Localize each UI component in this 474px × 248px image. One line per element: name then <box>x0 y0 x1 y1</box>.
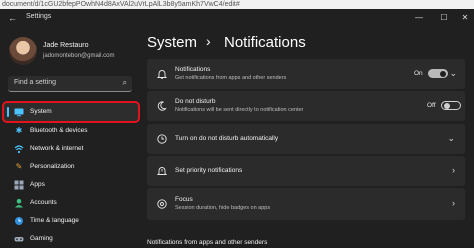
dnd-toggle[interactable] <box>441 101 461 110</box>
sidebar-item-label: Personalization <box>30 163 75 170</box>
card-title: Do not disturb <box>175 98 216 105</box>
chevron-down-icon[interactable]: ⌄ <box>447 133 455 144</box>
close-icon[interactable]: ✕ <box>458 11 472 25</box>
toggle-state-label: Off <box>427 102 436 109</box>
page-title: Notifications <box>224 34 306 51</box>
toggle-knob <box>444 102 450 109</box>
sidebar: Jade Restauro jadomontebon@gmail.com Fin… <box>0 27 142 242</box>
address-bar[interactable]: document/d/1cGU2bfepPOwhN4d8AxVAl2uVrLpA… <box>0 0 474 9</box>
sidebar-item-system[interactable]: System <box>2 101 140 123</box>
sidebar-item-accounts[interactable]: Accounts <box>4 194 138 212</box>
chevron-down-icon[interactable]: ⌄ <box>449 68 457 79</box>
user-name: Jade Restauro <box>43 42 89 49</box>
bluetooth-icon: ✱ <box>15 126 23 135</box>
sidebar-item-time-language[interactable]: Time & language <box>4 212 138 230</box>
card-title: Turn on do not disturb automatically <box>175 135 279 142</box>
auto-dnd-card[interactable]: Turn on do not disturb automatically ⌄ <box>147 124 465 154</box>
avatar[interactable] <box>9 37 37 65</box>
toggle-knob <box>440 70 446 77</box>
sidebar-item-apps[interactable]: Apps <box>4 176 138 194</box>
sidebar-item-label: Time & language <box>30 217 79 224</box>
minimize-icon[interactable]: — <box>412 11 426 25</box>
title-bar: ← Settings — ☐ ✕ <box>0 9 474 27</box>
sidebar-item-bluetooth[interactable]: ✱ Bluetooth & devices <box>4 122 138 140</box>
user-email: jadomontebon@gmail.com <box>43 53 115 59</box>
search-input[interactable]: Find a setting ⌕ <box>8 76 132 92</box>
chevron-right-icon[interactable]: › <box>452 198 455 208</box>
search-icon[interactable]: ⌕ <box>123 78 127 88</box>
selection-indicator <box>7 107 9 117</box>
sidebar-item-label: Accounts <box>30 199 57 206</box>
sidebar-item-label: Network & internet <box>30 145 84 152</box>
card-title: Focus <box>175 196 193 203</box>
card-subtitle: Notifications will be sent directly to n… <box>175 107 304 113</box>
focus-icon <box>156 198 168 210</box>
main-content: System › Notifications Notifications Get… <box>142 27 474 246</box>
settings-window: ← Settings — ☐ ✕ Jade Restauro jadomonte… <box>0 9 474 246</box>
card-subtitle: Session duration, hide badges on apps <box>175 205 271 211</box>
brush-icon: ✎ <box>15 162 23 171</box>
network-icon <box>14 144 24 154</box>
app-title: Settings <box>26 13 52 20</box>
card-subtitle: Get notifications from apps and other se… <box>175 75 287 81</box>
maximize-icon[interactable]: ☐ <box>437 11 451 25</box>
card-title: Notifications <box>175 66 211 73</box>
globe-clock-icon <box>14 216 24 226</box>
sidebar-item-gaming[interactable]: Gaming <box>4 230 138 248</box>
accounts-icon <box>14 198 24 208</box>
sidebar-item-personalization[interactable]: ✎ Personalization <box>4 158 138 176</box>
priority-bell-icon <box>156 165 168 177</box>
system-icon <box>14 107 24 117</box>
breadcrumb-separator: › <box>206 33 211 49</box>
toggle-state-label: On <box>414 70 423 77</box>
focus-card[interactable]: Focus Session duration, hide badges on a… <box>147 188 465 220</box>
back-arrow-icon[interactable]: ← <box>8 13 18 23</box>
sidebar-item-label: Bluetooth & devices <box>30 127 88 134</box>
section-heading: Notifications from apps and other sender… <box>147 239 268 246</box>
breadcrumb-parent[interactable]: System <box>147 34 197 51</box>
priority-notifications-card[interactable]: Set priority notifications › <box>147 156 465 186</box>
clock-icon <box>156 133 168 145</box>
apps-icon <box>14 180 24 190</box>
do-not-disturb-card[interactable]: Do not disturb Notifications will be sen… <box>147 91 465 121</box>
chevron-right-icon[interactable]: › <box>452 165 455 175</box>
sidebar-item-label: Apps <box>30 181 45 188</box>
gamepad-icon <box>14 234 24 244</box>
search-placeholder: Find a setting <box>14 79 57 86</box>
bell-icon <box>156 68 168 80</box>
card-title: Set priority notifications <box>175 167 243 174</box>
sidebar-item-label: System <box>30 108 52 115</box>
notifications-toggle[interactable] <box>428 69 448 78</box>
dnd-moon-icon <box>156 100 168 112</box>
notifications-card[interactable]: Notifications Get notifications from app… <box>147 59 465 89</box>
sidebar-item-network[interactable]: Network & internet <box>4 140 138 158</box>
